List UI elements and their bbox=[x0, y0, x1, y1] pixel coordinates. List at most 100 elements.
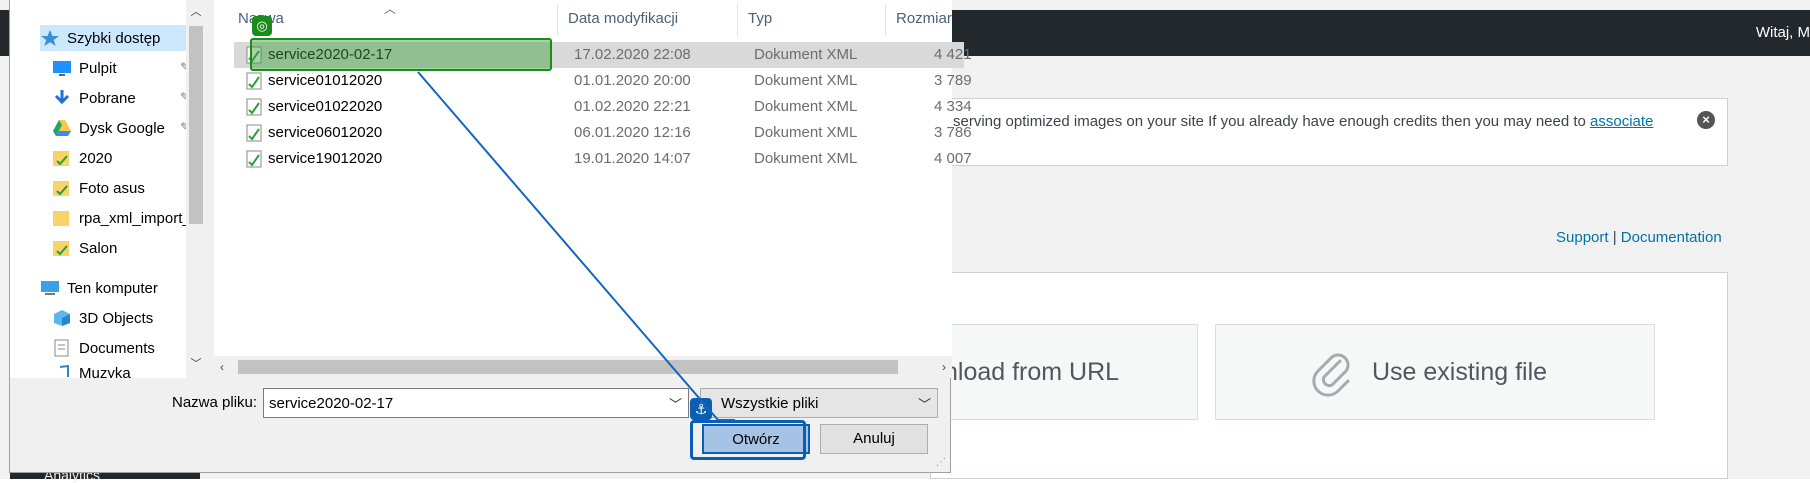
horizontal-scroll-thumb[interactable] bbox=[238, 360, 898, 374]
target-icon: ◎ bbox=[252, 16, 272, 36]
file-date: 19.01.2020 14:07 bbox=[574, 150, 691, 167]
drop-target-highlight bbox=[690, 420, 806, 460]
nav-item-documents[interactable]: Documents bbox=[52, 335, 155, 361]
xml-file-icon bbox=[246, 98, 262, 116]
file-type: Dokument XML bbox=[754, 98, 858, 115]
drag-source-highlight bbox=[250, 38, 552, 71]
file-date: 01.01.2020 20:00 bbox=[574, 72, 691, 89]
nav-label: Dysk Google bbox=[79, 119, 165, 137]
file-type-value: Wszystkie pliki bbox=[721, 395, 819, 412]
file-size: 4 421 bbox=[934, 46, 972, 63]
file-type: Dokument XML bbox=[754, 72, 858, 89]
dismiss-notice-icon[interactable]: × bbox=[1697, 111, 1715, 129]
scroll-right-icon[interactable]: › bbox=[942, 360, 946, 374]
file-name: service01012020 bbox=[268, 72, 383, 89]
download-icon bbox=[54, 90, 70, 105]
nav-item-desktop[interactable]: Pulpit ✎ bbox=[52, 55, 192, 81]
navigation-pane: Szybki dostęp Pulpit ✎ Pobrane ✎ Dysk Go… bbox=[10, 0, 206, 378]
file-date: 17.02.2020 22:08 bbox=[574, 46, 691, 63]
file-size: 3 789 bbox=[934, 72, 972, 89]
nav-label: rpa_xml_import_ bbox=[79, 209, 186, 227]
folder-icon bbox=[53, 181, 69, 196]
nav-item-folder-foto-asus[interactable]: Foto asus bbox=[52, 175, 145, 201]
use-existing-file-label: Use existing file bbox=[1372, 358, 1548, 386]
use-existing-file-card[interactable]: Use existing file bbox=[1215, 324, 1655, 420]
document-icon bbox=[54, 339, 69, 357]
star-icon bbox=[41, 30, 59, 46]
scroll-down-icon[interactable]: ﹀ bbox=[190, 358, 202, 370]
nav-item-folder-2020[interactable]: 2020 bbox=[52, 145, 112, 171]
column-header-date[interactable]: Data modyfikacji bbox=[568, 10, 678, 27]
cube-icon bbox=[54, 310, 70, 326]
nav-label: Pobrane bbox=[79, 89, 136, 107]
chevron-down-icon[interactable]: ﹀ bbox=[918, 394, 931, 413]
nav-item-quick-access[interactable]: Szybki dostęp bbox=[40, 25, 204, 51]
nav-item-this-pc[interactable]: Ten komputer bbox=[40, 275, 158, 301]
nav-label: Documents bbox=[79, 339, 155, 357]
desktop-icon bbox=[53, 61, 71, 76]
folder-icon bbox=[53, 241, 69, 256]
chevron-down-icon[interactable]: ﹀ bbox=[669, 394, 682, 413]
nav-label: Foto asus bbox=[79, 179, 145, 197]
nav-label: Salon bbox=[79, 239, 118, 257]
nav-item-3d-objects[interactable]: 3D Objects bbox=[52, 305, 153, 331]
file-row[interactable]: service06012020 06.01.2020 12:16 Dokumen… bbox=[234, 120, 972, 146]
nav-item-music[interactable]: Muzyka bbox=[52, 365, 131, 378]
file-date: 06.01.2020 12:16 bbox=[574, 124, 691, 141]
anchor-icon: ⚓ bbox=[690, 398, 712, 420]
nav-item-folder-rpa-xml-import[interactable]: rpa_xml_import_ bbox=[52, 205, 186, 231]
filename-value: service2020-02-17 bbox=[269, 395, 394, 412]
upload-from-url-label: nload from URL bbox=[944, 358, 1120, 386]
column-header-size[interactable]: Rozmiar bbox=[896, 10, 952, 27]
file-type: Dokument XML bbox=[754, 150, 858, 167]
admin-greeting[interactable]: Witaj, M bbox=[1756, 24, 1810, 41]
file-type: Dokument XML bbox=[754, 124, 858, 141]
file-name: service06012020 bbox=[268, 124, 383, 141]
file-list-horizontal-scrollbar[interactable]: ‹ › bbox=[214, 356, 952, 378]
paperclip-icon bbox=[1312, 353, 1350, 397]
nav-label: Ten komputer bbox=[67, 279, 158, 297]
credits-notice: serving optimized images on your site If… bbox=[900, 98, 1728, 166]
column-separator bbox=[885, 4, 886, 36]
xml-file-icon bbox=[246, 150, 262, 168]
associate-link[interactable]: associate bbox=[1590, 113, 1653, 130]
column-separator bbox=[557, 4, 558, 36]
file-size: 3 786 bbox=[934, 124, 972, 141]
music-icon bbox=[59, 365, 69, 377]
support-link[interactable]: Support bbox=[1556, 229, 1609, 246]
cancel-button[interactable]: Anuluj bbox=[820, 424, 928, 454]
scroll-left-icon[interactable]: ‹ bbox=[220, 360, 224, 374]
file-date: 01.02.2020 22:21 bbox=[574, 98, 691, 115]
nav-item-google-drive[interactable]: Dysk Google ✎ bbox=[52, 115, 192, 141]
file-name: service01022020 bbox=[268, 98, 383, 115]
column-header-type[interactable]: Typ bbox=[748, 10, 772, 27]
nav-label: 2020 bbox=[79, 149, 113, 167]
nav-scroll-thumb[interactable] bbox=[189, 26, 203, 224]
file-name: service19012020 bbox=[268, 150, 383, 167]
nav-vertical-scrollbar[interactable]: ︿ ﹀ bbox=[186, 0, 206, 378]
file-size: 4 007 bbox=[934, 150, 972, 167]
folder-icon bbox=[53, 151, 69, 166]
nav-label: Szybki dostęp bbox=[67, 29, 161, 47]
file-row[interactable]: service01012020 01.01.2020 20:00 Dokumen… bbox=[234, 68, 972, 94]
file-type-select[interactable]: Wszystkie pliki ﹀ bbox=[700, 388, 938, 418]
documentation-link[interactable]: Documentation bbox=[1621, 229, 1722, 246]
resize-grip-icon[interactable]: ⋰ bbox=[936, 457, 946, 468]
nav-item-downloads[interactable]: Pobrane ✎ bbox=[52, 85, 192, 111]
sort-up-icon: ︿ bbox=[384, 2, 397, 16]
scroll-up-icon[interactable]: ︿ bbox=[190, 6, 202, 18]
google-drive-icon bbox=[53, 120, 71, 136]
file-row[interactable]: service19012020 19.01.2020 14:07 Dokumen… bbox=[234, 146, 972, 172]
nav-label: Pulpit bbox=[79, 59, 117, 77]
nav-item-folder-salon[interactable]: Salon bbox=[52, 235, 117, 261]
filename-input[interactable]: service2020-02-17 ﹀ bbox=[263, 388, 689, 418]
xml-file-icon bbox=[246, 72, 262, 90]
xml-file-icon bbox=[246, 124, 262, 142]
help-links: Support | Documentation bbox=[1556, 229, 1722, 246]
column-separator bbox=[737, 4, 738, 36]
file-row[interactable]: service01022020 01.02.2020 22:21 Dokumen… bbox=[234, 94, 972, 120]
file-type: Dokument XML bbox=[754, 46, 858, 63]
nav-label: Muzyka bbox=[79, 365, 131, 378]
notice-text: serving optimized images on your site If… bbox=[953, 113, 1653, 130]
nav-label: 3D Objects bbox=[79, 309, 154, 327]
